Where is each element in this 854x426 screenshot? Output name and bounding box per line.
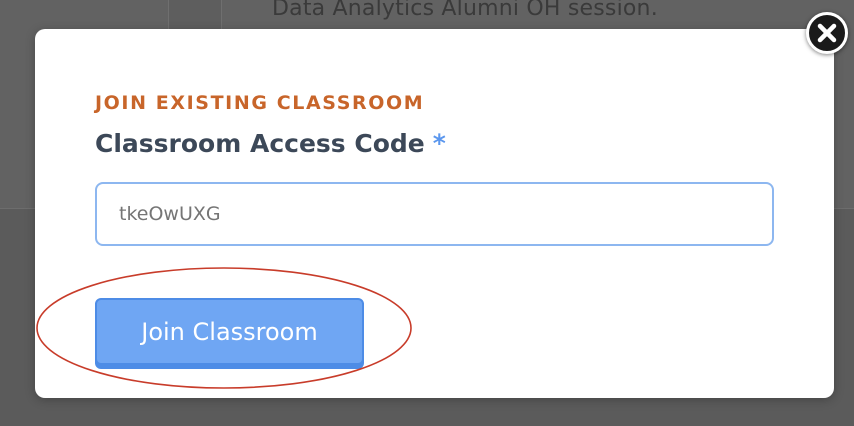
access-code-label: Classroom Access Code * — [95, 129, 446, 158]
access-code-input[interactable] — [95, 182, 774, 246]
modal-eyebrow-title: JOIN EXISTING CLASSROOM — [95, 92, 425, 114]
background-session-text: Data Analytics Alumni OH session. — [272, 0, 658, 21]
close-icon — [817, 23, 837, 43]
access-code-label-text: Classroom Access Code — [95, 129, 425, 158]
highlight-ellipse-annotation — [36, 267, 412, 389]
close-button[interactable] — [806, 12, 848, 54]
required-marker: * — [432, 129, 446, 158]
